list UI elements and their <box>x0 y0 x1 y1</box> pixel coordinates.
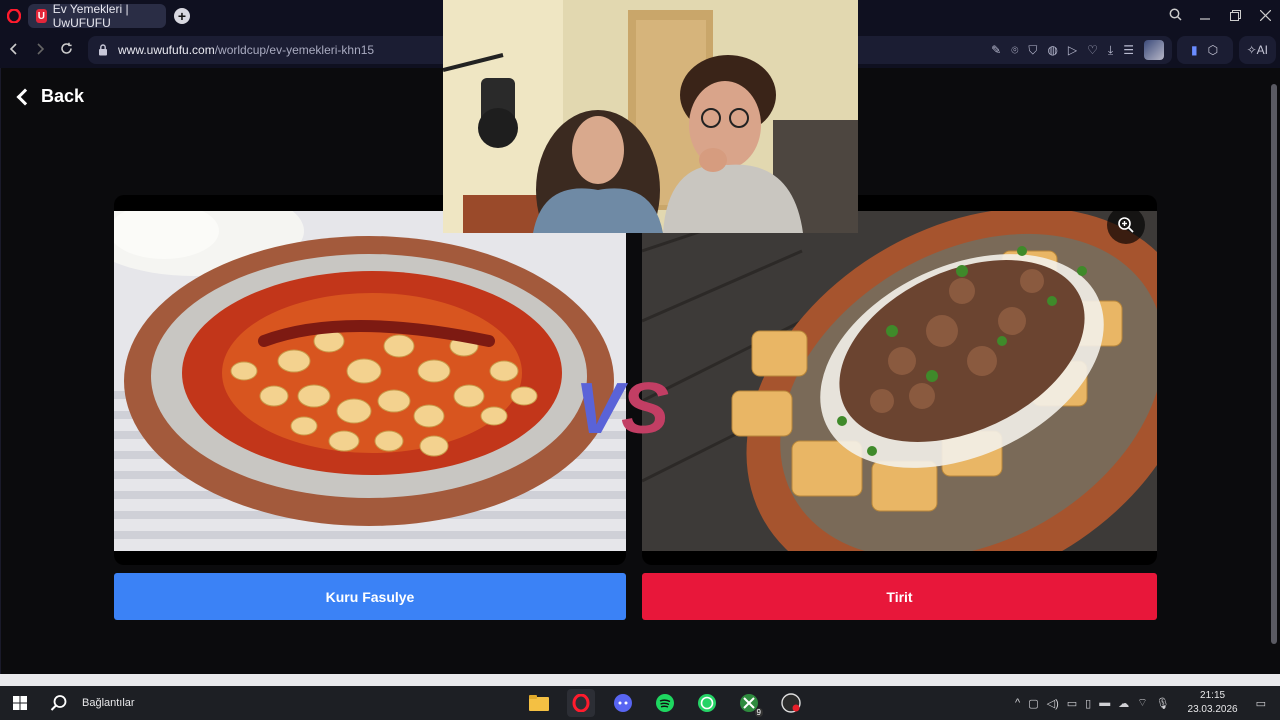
forward-arrow-icon[interactable] <box>34 42 46 58</box>
system-tray: ^ ▢ ◁) ▭ ▯ ▬ ☁ ⌔ 🎙 21:15 23.03.2026 ▭ <box>1015 686 1280 720</box>
right-food-image[interactable] <box>642 211 1157 551</box>
address-bar-actions: ✎ ⌾ ⛉ ◍ ▷ ♡ ⤓ ☰ <box>991 36 1164 64</box>
webcam-overlay <box>443 0 858 233</box>
discord-icon[interactable] <box>609 689 637 717</box>
file-explorer-icon[interactable] <box>525 689 553 717</box>
notification-icon[interactable]: ▭ <box>1256 697 1266 710</box>
window-controls <box>1160 0 1280 32</box>
mic-icon[interactable]: 🎙 <box>1156 697 1170 710</box>
search-label: Bağlantılar <box>82 697 135 709</box>
shield-icon[interactable]: ⛉ <box>1028 43 1037 58</box>
wifi-icon[interactable]: ⌔ <box>1137 696 1147 710</box>
taskbar-apps: 9 <box>525 686 805 720</box>
minimize-icon[interactable] <box>1190 8 1220 24</box>
new-tab-button[interactable]: + <box>174 8 190 24</box>
extensions-button[interactable]: ▮ ⬡ <box>1176 36 1233 64</box>
search-tabs-icon[interactable] <box>1160 8 1190 24</box>
play-icon[interactable]: ▷ <box>1068 43 1077 57</box>
download-icon[interactable]: ⤓ <box>1108 43 1113 58</box>
obs-icon[interactable] <box>777 689 805 717</box>
back-label: Back <box>41 86 85 106</box>
lock-icon <box>99 44 107 56</box>
opera-logo-icon <box>7 9 21 23</box>
profile-avatar[interactable] <box>1144 40 1164 60</box>
xbox-badge: 9 <box>754 708 763 717</box>
menu-icon[interactable]: ☰ <box>1123 43 1134 57</box>
start-button[interactable] <box>0 686 40 720</box>
bookmark-icon: ▮ <box>1191 43 1198 57</box>
chevron-left-icon <box>16 88 34 105</box>
zoom-in-icon <box>1118 217 1134 233</box>
tab-title: Ev Yemekleri | UwUFUFU <box>52 2 129 30</box>
taskbar-search[interactable]: Bağlantılar <box>50 694 135 712</box>
navigation-buttons <box>0 42 73 58</box>
device-icon[interactable]: ▭ <box>1067 697 1077 710</box>
search-icon <box>50 695 67 711</box>
opera-icon[interactable] <box>567 689 595 717</box>
xbox-icon[interactable]: 9 <box>735 689 763 717</box>
right-choice-card[interactable] <box>642 195 1157 565</box>
back-arrow-icon[interactable] <box>8 42 20 58</box>
camera-icon[interactable]: ⌾ <box>1011 43 1018 58</box>
sparkle-icon: ✧ <box>1246 43 1257 57</box>
clock[interactable]: 21:15 23.03.2026 <box>1188 689 1238 717</box>
reload-icon[interactable] <box>60 42 73 58</box>
edit-icon[interactable]: ✎ <box>991 43 1001 57</box>
cube-icon: ⬡ <box>1207 43 1219 57</box>
network-icon[interactable]: ▢ <box>1028 697 1038 710</box>
translate-icon[interactable]: ◍ <box>1047 43 1057 57</box>
url-path: /worldcup/ev-yemekleri-khn15 <box>214 43 375 57</box>
volume-icon[interactable]: ◁) <box>1047 697 1059 710</box>
ai-button[interactable]: ✧ AI <box>1238 36 1276 64</box>
battery-icon[interactable]: ▬ <box>1099 697 1110 709</box>
screen: U Ev Yemekleri | UwUFUFU + www.uwufufu.c… <box>0 0 1280 720</box>
scrollbar-thumb[interactable] <box>1271 84 1277 644</box>
cloud-icon[interactable]: ☁ <box>1118 697 1129 710</box>
windows-logo-icon <box>13 696 27 710</box>
choose-left-button[interactable]: Kuru Fasulye <box>114 573 626 620</box>
right-choice-label: Tirit <box>886 588 913 605</box>
left-choice-label: Kuru Fasulye <box>325 588 415 605</box>
ai-label: AI <box>1256 43 1268 57</box>
close-window-icon[interactable] <box>1250 8 1280 24</box>
monitor-icon[interactable]: ▯ <box>1085 697 1091 710</box>
spotify-icon[interactable] <box>651 689 679 717</box>
vertical-scrollbar[interactable] <box>1268 68 1280 674</box>
clock-time: 21:15 <box>1200 690 1226 701</box>
choose-right-button[interactable]: Tirit <box>642 573 1157 620</box>
heart-icon[interactable]: ♡ <box>1087 43 1098 57</box>
active-tab[interactable]: U Ev Yemekleri | UwUFUFU <box>28 2 166 30</box>
back-button[interactable]: Back <box>16 86 85 107</box>
left-choice-card[interactable] <box>114 195 626 565</box>
url-host: www.uwufufu.com <box>118 43 215 57</box>
tab-favicon-icon: U <box>36 9 47 23</box>
restore-icon[interactable] <box>1220 8 1250 24</box>
zoom-in-button[interactable] <box>1107 206 1145 244</box>
left-food-image[interactable] <box>114 211 626 551</box>
chevron-up-icon[interactable]: ^ <box>1015 697 1020 709</box>
horizontal-scrollbar[interactable] <box>0 674 1280 686</box>
clock-date: 23.03.2026 <box>1187 704 1238 715</box>
opera-menu-button[interactable] <box>0 0 28 32</box>
whatsapp-icon[interactable] <box>693 689 721 717</box>
vs-label: VS <box>575 369 669 449</box>
extension-buttons: ▮ ⬡ ✧ AI <box>1176 36 1276 64</box>
windows-taskbar: Bağlantılar 9 ^ ▢ ◁) ▭ ▯ ▬ ☁ ⌔ 🎙 21:15 2… <box>0 686 1280 720</box>
